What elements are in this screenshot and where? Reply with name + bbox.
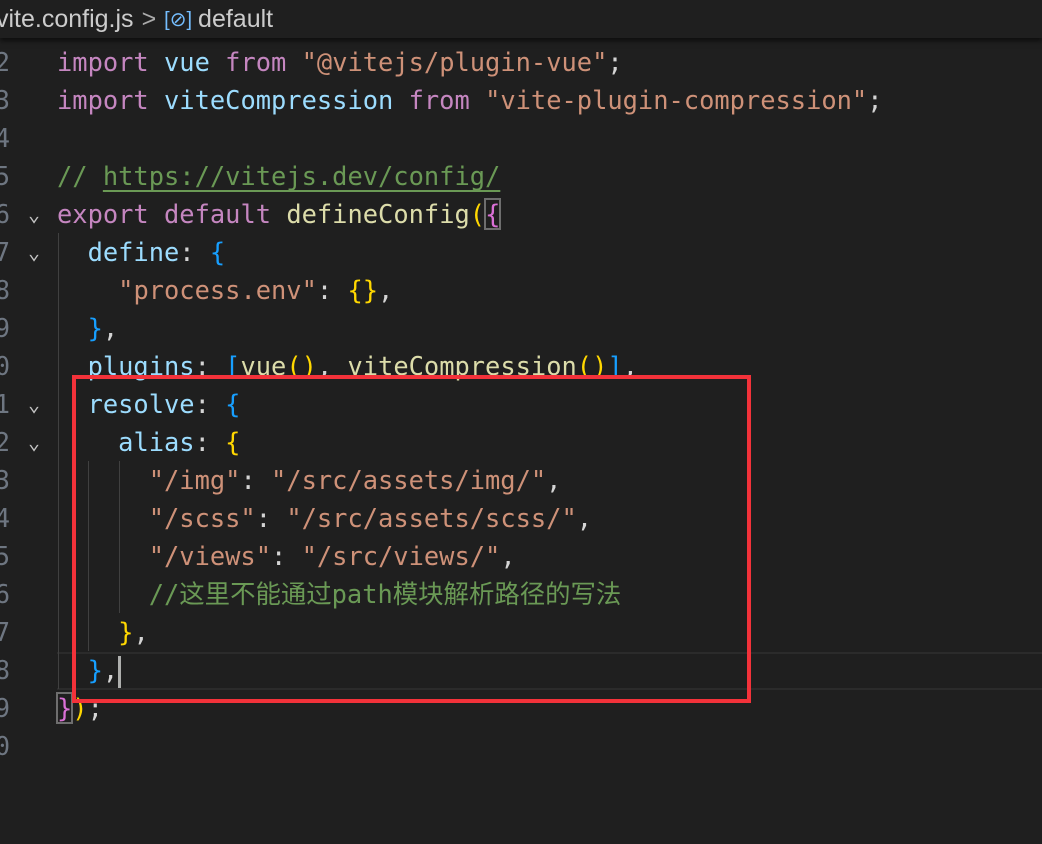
code-line[interactable]: 20 xyxy=(0,727,1042,765)
code-token: export xyxy=(57,199,149,229)
code-text: import viteCompression from "vite-plugin… xyxy=(57,81,883,119)
line-number: 3 xyxy=(0,85,10,115)
line-number: 14 xyxy=(0,503,10,533)
code-token: from xyxy=(408,85,470,115)
line-number: 9 xyxy=(0,313,10,343)
code-token: // xyxy=(57,161,103,191)
code-line[interactable]: 4 xyxy=(0,119,1042,157)
code-line[interactable]: 5 // https://vitejs.dev/config/ xyxy=(0,157,1042,195)
line-number: 7 xyxy=(0,237,10,267)
code-token: import xyxy=(57,47,149,77)
highlight-annotation-box xyxy=(72,375,751,703)
code-line[interactable]: 8 "process.env": {}, xyxy=(0,271,1042,309)
line-number: 5 xyxy=(0,161,10,191)
breadcrumb: vite.config.js > [⊘] default xyxy=(0,0,1042,38)
code-token: , xyxy=(378,275,394,305)
code-token: https://vitejs.dev/config/ xyxy=(102,161,501,191)
line-number: 17 xyxy=(0,617,10,647)
code-token: , xyxy=(102,313,119,343)
code-text: import vue from "@vitejs/plugin-vue"; xyxy=(57,43,623,81)
line-number: 12 xyxy=(0,427,10,457)
line-number: 2 xyxy=(0,47,10,77)
code-line[interactable]: 3 import viteCompression from "vite-plugi… xyxy=(0,81,1042,119)
code-token: viteCompression xyxy=(164,85,394,115)
code-token: "@vitejs/plugin-vue" xyxy=(301,47,608,77)
line-number: 15 xyxy=(0,541,10,571)
line-number: 13 xyxy=(0,465,10,495)
chevron-down-icon[interactable]: ⌄ xyxy=(22,195,46,233)
code-line[interactable]: 6 ⌄ export default defineConfig({ xyxy=(0,195,1042,233)
code-token: { xyxy=(209,237,226,267)
code-token: ( xyxy=(469,199,486,229)
code-token: ; xyxy=(607,47,623,77)
code-token: "vite-plugin-compression" xyxy=(485,85,868,115)
code-text: // https://vitejs.dev/config/ xyxy=(57,157,500,195)
code-text: }, xyxy=(57,309,119,347)
code-token: define xyxy=(87,237,180,267)
line-number: 4 xyxy=(0,123,10,153)
code-line[interactable]: 9 }, xyxy=(0,309,1042,347)
code-token: : xyxy=(179,237,210,267)
code-token: from xyxy=(225,47,287,77)
code-text: define: { xyxy=(57,233,226,271)
line-number: 11 xyxy=(0,389,10,419)
line-number: 6 xyxy=(0,199,10,229)
code-token: } xyxy=(55,692,74,724)
code-token: default xyxy=(164,199,272,229)
code-token: } xyxy=(87,313,103,343)
chevron-down-icon[interactable]: ⌄ xyxy=(22,233,46,271)
breadcrumb-symbol[interactable]: default xyxy=(198,5,273,34)
line-number: 16 xyxy=(0,579,10,609)
code-token: ; xyxy=(867,85,883,115)
chevron-down-icon[interactable]: ⌄ xyxy=(22,385,46,423)
chevron-right-icon: > xyxy=(141,4,157,33)
code-token: defineConfig xyxy=(286,199,470,229)
code-token: {} xyxy=(347,275,379,305)
code-text: export default defineConfig({ xyxy=(57,195,502,233)
line-number: 20 xyxy=(0,731,10,761)
code-token: { xyxy=(484,198,502,230)
code-token: import xyxy=(57,85,149,115)
line-number: 10 xyxy=(0,351,10,381)
line-number: 19 xyxy=(0,693,10,723)
breadcrumb-file[interactable]: vite.config.js xyxy=(0,5,134,34)
code-text: "process.env": {}, xyxy=(57,271,393,309)
code-token: : xyxy=(316,275,348,305)
code-token: vue xyxy=(164,47,210,77)
code-line[interactable]: 7 ⌄ define: { xyxy=(0,233,1042,271)
symbol-variable-icon: [⊘] xyxy=(164,8,193,31)
code-token: "process.env" xyxy=(118,275,317,305)
code-line[interactable]: 2 import vue from "@vitejs/plugin-vue"; xyxy=(0,43,1042,81)
chevron-down-icon[interactable]: ⌄ xyxy=(22,423,46,461)
line-number: 8 xyxy=(0,275,10,305)
line-number: 18 xyxy=(0,655,10,685)
